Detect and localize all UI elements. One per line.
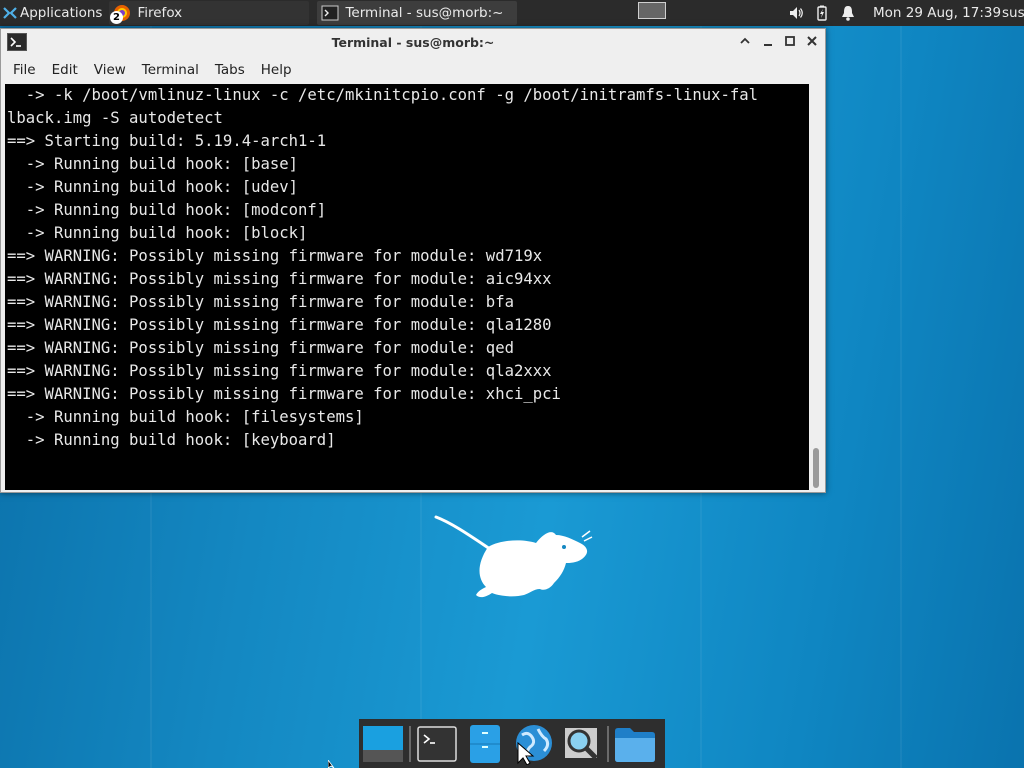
terminal-line: ==> WARNING: Possibly missing firmware f… bbox=[7, 316, 552, 334]
terminal-icon bbox=[321, 5, 339, 21]
workspace-switcher[interactable] bbox=[638, 2, 666, 19]
clock[interactable]: Mon 29 Aug, 17:39 bbox=[873, 5, 1001, 21]
terminal-line: -> Running build hook: [filesystems] bbox=[7, 408, 364, 426]
taskbar-firefox[interactable]: 2 Firefox bbox=[109, 1, 310, 25]
dock bbox=[359, 719, 665, 768]
taskbar-terminal-label: Terminal - sus@morb:~ bbox=[345, 5, 504, 21]
chevron-up-icon bbox=[740, 37, 750, 44]
terminal-menubar: File Edit View Terminal Tabs Help bbox=[1, 57, 825, 83]
dock-app-finder[interactable] bbox=[557, 719, 605, 768]
terminal-line: ==> Starting build: 5.19.4-arch1-1 bbox=[7, 132, 327, 150]
top-panel: Applications 2 Firefox Terminal - sus@mo… bbox=[0, 0, 1024, 26]
terminal-line: -> Running build hook: [base] bbox=[7, 155, 299, 173]
menu-view[interactable]: View bbox=[86, 62, 134, 78]
terminal-line: ==> WARNING: Possibly missing firmware f… bbox=[7, 362, 552, 380]
terminal-line: -> Running build hook: [block] bbox=[7, 224, 308, 242]
terminal-window: Terminal - sus@morb:~ File Edit View Ter… bbox=[0, 28, 826, 493]
dock-folder[interactable] bbox=[611, 719, 659, 768]
terminal-line: -> Running build hook: [modconf] bbox=[7, 201, 327, 219]
terminal-line: ==> WARNING: Possibly missing firmware f… bbox=[7, 293, 514, 311]
menu-help[interactable]: Help bbox=[253, 62, 300, 78]
system-tray bbox=[788, 0, 866, 26]
battery-icon[interactable] bbox=[814, 5, 830, 21]
terminal-line: ==> WARNING: Possibly missing firmware f… bbox=[7, 385, 561, 403]
file-manager-icon bbox=[470, 724, 500, 763]
menu-terminal[interactable]: Terminal bbox=[134, 62, 207, 78]
shade-button[interactable] bbox=[738, 35, 752, 49]
terminal-line: -> Running build hook: [udev] bbox=[7, 178, 299, 196]
xfce-mouse-logo bbox=[434, 515, 593, 598]
terminal-icon bbox=[417, 725, 457, 762]
menu-file[interactable]: File bbox=[5, 62, 44, 78]
close-icon bbox=[807, 36, 817, 46]
terminal-line: ==> WARNING: Possibly missing firmware f… bbox=[7, 339, 514, 357]
minimize-icon bbox=[764, 44, 772, 46]
taskbar-terminal[interactable]: Terminal - sus@morb:~ bbox=[317, 1, 518, 25]
maximize-icon bbox=[785, 36, 795, 46]
firefox-badge: 2 bbox=[110, 11, 123, 24]
terminal-line: -> Running build hook: [keyboard] bbox=[7, 431, 336, 449]
maximize-button[interactable] bbox=[783, 35, 797, 49]
folder-icon bbox=[615, 727, 655, 762]
scrollbar-thumb[interactable] bbox=[813, 448, 819, 488]
minimize-button[interactable] bbox=[761, 35, 775, 49]
taskbar-firefox-label: Firefox bbox=[137, 5, 183, 21]
web-browser-icon bbox=[516, 724, 552, 765]
dock-separator bbox=[607, 725, 609, 762]
terminal-line: ==> WARNING: Possibly missing firmware f… bbox=[7, 247, 543, 265]
user-menu[interactable]: sus bbox=[1002, 5, 1024, 21]
applications-menu-button[interactable]: Applications bbox=[0, 0, 106, 26]
window-title: Terminal - sus@morb:~ bbox=[331, 35, 495, 50]
app-finder-icon bbox=[565, 727, 598, 760]
terminal-scrollbar[interactable] bbox=[809, 84, 823, 490]
dock-separator bbox=[409, 725, 411, 762]
terminal-text: -> -k /boot/vmlinuz-linux -c /etc/mkinit… bbox=[5, 84, 809, 452]
notification-bell-icon[interactable] bbox=[840, 5, 856, 21]
dock-terminal[interactable] bbox=[413, 719, 461, 768]
mouse-cursor-icon bbox=[328, 760, 335, 768]
dock-web-browser[interactable] bbox=[509, 719, 557, 768]
window-titlebar[interactable]: Terminal - sus@morb:~ bbox=[1, 29, 825, 57]
menu-tabs[interactable]: Tabs bbox=[207, 62, 253, 78]
xfce-logo-icon bbox=[3, 7, 17, 19]
show-desktop-icon bbox=[363, 725, 403, 762]
close-button[interactable] bbox=[805, 35, 819, 49]
terminal-line: ==> WARNING: Possibly missing firmware f… bbox=[7, 270, 552, 288]
terminal-line: lback.img -S autodetect bbox=[7, 109, 223, 127]
applications-label: Applications bbox=[20, 5, 103, 21]
dock-file-manager[interactable] bbox=[461, 719, 509, 768]
menu-edit[interactable]: Edit bbox=[44, 62, 86, 78]
terminal-line: -> -k /boot/vmlinuz-linux -c /etc/mkinit… bbox=[7, 86, 759, 104]
terminal-output[interactable]: -> -k /boot/vmlinuz-linux -c /etc/mkinit… bbox=[5, 84, 809, 490]
dock-show-desktop[interactable] bbox=[359, 719, 407, 768]
volume-icon[interactable] bbox=[788, 5, 804, 21]
